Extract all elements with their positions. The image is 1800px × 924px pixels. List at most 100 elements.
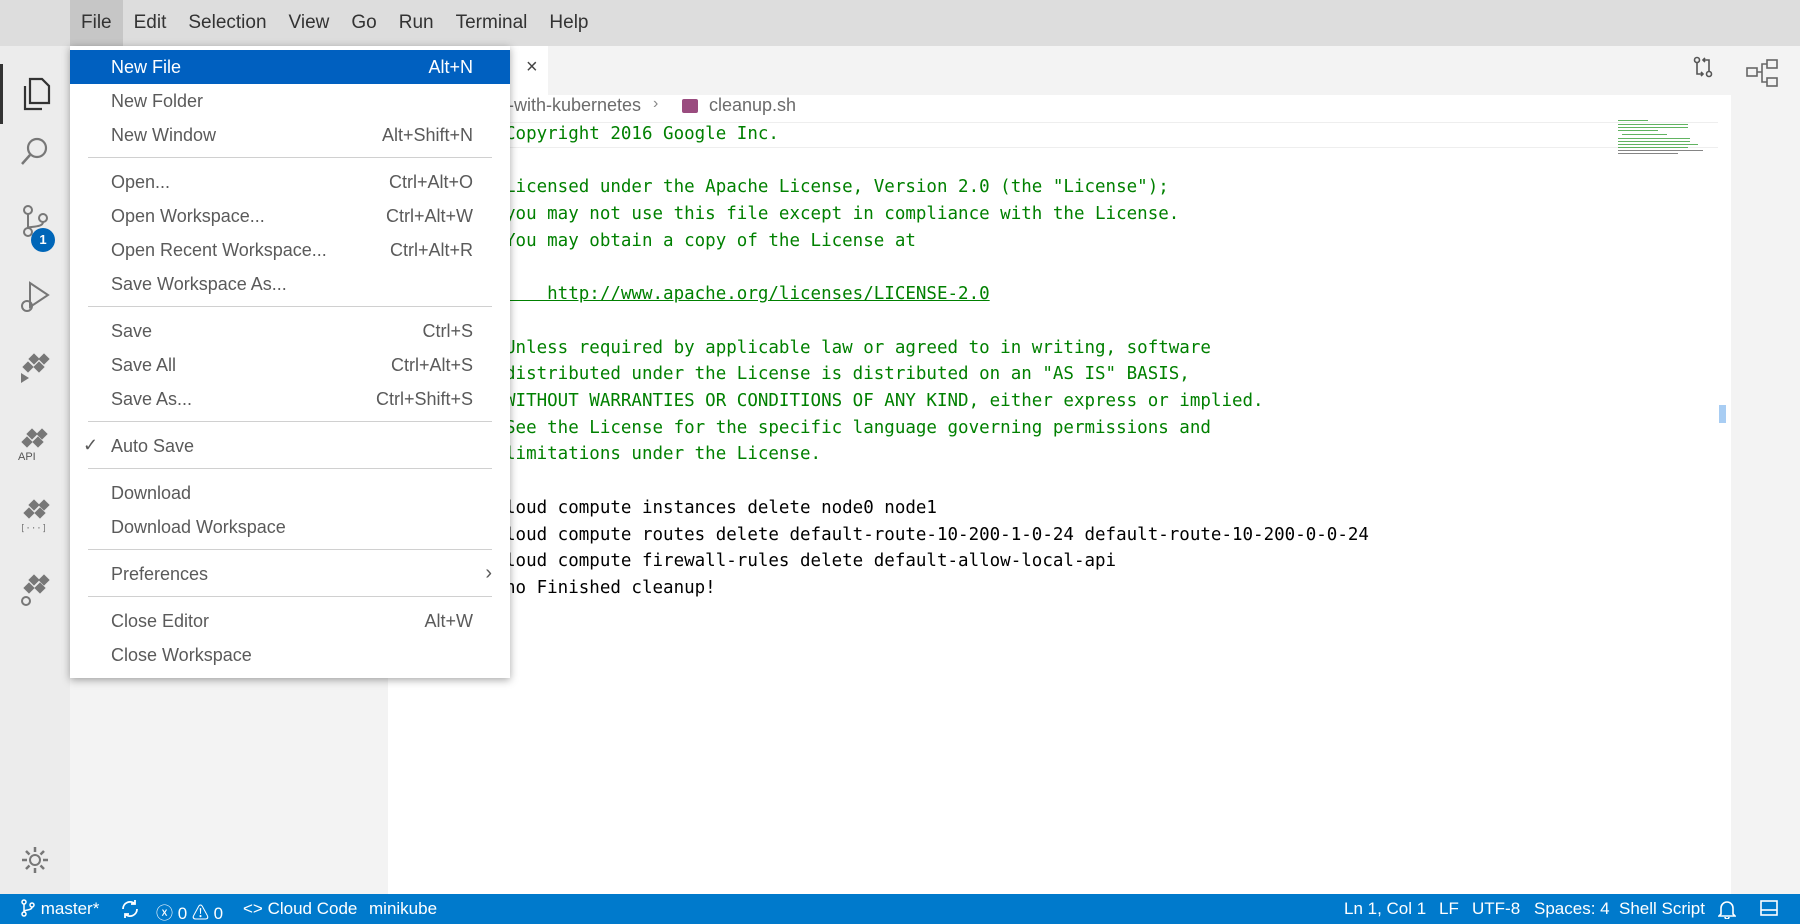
menu-item-label: Open...	[111, 172, 171, 192]
menu-item-new-window[interactable]: New Window Alt+Shift+N	[70, 118, 510, 152]
code-line: loud compute instances delete node0 node…	[505, 497, 937, 518]
breadcrumb-file[interactable]: cleanup.sh	[709, 95, 796, 116]
menu-item-label: New Window	[111, 125, 217, 145]
error-count: 0	[177, 904, 188, 923]
toggle-panel-icon[interactable]	[1760, 899, 1778, 919]
branch-item[interactable]: master*	[20, 899, 99, 919]
menu-item-shortcut: Ctrl+Alt+O	[388, 172, 473, 192]
cloud-code-icon[interactable]	[0, 340, 70, 400]
code-line: loud compute firewall-rules delete defau…	[505, 551, 1117, 572]
menu-item-label: Open Recent Workspace...	[111, 240, 327, 260]
branch-name: master*	[40, 899, 100, 918]
menu-item-shortcut: Ctrl+Alt+R	[389, 240, 473, 260]
settings-gear-icon[interactable]	[0, 830, 70, 890]
menu-terminal[interactable]: Terminal	[445, 0, 539, 46]
breadcrumb: -with-kubernetes › cleanup.sh	[388, 95, 1731, 123]
notifications-bell-icon[interactable]	[1717, 899, 1737, 920]
warning-icon: ⚠	[191, 904, 209, 923]
menu-separator	[88, 157, 492, 158]
search-icon[interactable]	[0, 121, 70, 181]
menu-item-auto-save[interactable]: ✓ Auto Save	[70, 429, 510, 463]
kubernetes-icon[interactable]: [···]	[0, 486, 70, 546]
menu-item-save-workspace-as[interactable]: Save Workspace As...	[70, 267, 510, 301]
breadcrumb-separator: ›	[653, 95, 659, 112]
menu-item-label: Save	[111, 321, 153, 341]
menu-selection[interactable]: Selection	[177, 0, 277, 46]
cloud-code-status[interactable]: <> Cloud Code	[243, 899, 357, 919]
open-changes-icon[interactable]	[1692, 56, 1714, 83]
menu-item-shortcut: Ctrl+Shift+S	[375, 389, 473, 409]
scrollbar-marker[interactable]	[1719, 405, 1726, 423]
cursor-position[interactable]: Ln 1, Col 1	[1344, 899, 1426, 919]
menu-item-open-recent-workspace[interactable]: Open Recent Workspace... Ctrl+Alt+R	[70, 233, 510, 267]
secondary-panel	[1731, 46, 1800, 894]
check-icon: ✓	[83, 435, 99, 455]
menu-item-label: Download Workspace	[111, 517, 286, 537]
menu-bar: File Edit Selection View Go Run Terminal…	[0, 0, 1800, 46]
eol-sequence[interactable]: LF	[1439, 899, 1459, 919]
code-line: See the License for the specific languag…	[505, 417, 1211, 438]
problems-item[interactable]: ⓧ 0 ⚠ 0	[156, 899, 223, 924]
menu-separator	[88, 421, 492, 422]
menu-item-new-file[interactable]: New File Alt+N	[70, 50, 510, 84]
cloud-structure-icon[interactable]	[1745, 58, 1779, 95]
scm-badge: 1	[31, 228, 55, 252]
run-debug-icon[interactable]	[0, 266, 70, 326]
menu-item-close-workspace[interactable]: Close Workspace	[70, 638, 510, 672]
menu-item-label: Preferences	[111, 564, 209, 584]
menu-file[interactable]: File	[70, 0, 123, 46]
menu-item-label: Download	[111, 483, 192, 503]
menu-edit[interactable]: Edit	[123, 0, 178, 46]
indentation[interactable]: Spaces: 4	[1534, 899, 1610, 919]
menu-separator	[88, 596, 492, 597]
menu-item-shortcut: Ctrl+S	[422, 321, 473, 341]
menu-item-label: New Folder	[111, 91, 204, 111]
kube-context[interactable]: minikube	[369, 899, 437, 919]
menu-item-new-folder[interactable]: New Folder	[70, 84, 510, 118]
menu-item-download-workspace[interactable]: Download Workspace	[70, 510, 510, 544]
cloud-code-label: Cloud Code	[267, 899, 358, 918]
minimap[interactable]	[1614, 118, 1704, 158]
menu-help[interactable]: Help	[538, 0, 599, 46]
shell-file-icon	[682, 99, 698, 113]
menu-item-save-all[interactable]: Save All Ctrl+Alt+S	[70, 348, 510, 382]
menu-run[interactable]: Run	[388, 0, 445, 46]
language-mode[interactable]: Shell Script	[1619, 899, 1705, 919]
license-link[interactable]: http://www.apache.org/licenses/LICENSE-2…	[505, 284, 990, 304]
code-line: You may obtain a copy of the License at	[505, 230, 916, 251]
files-icon[interactable]	[0, 64, 70, 124]
code-line: Copyright 2016 Google Inc.	[505, 124, 779, 144]
menu-item-shortcut: Alt+N	[428, 57, 473, 77]
menu-item-save-as[interactable]: Save As... Ctrl+Shift+S	[70, 382, 510, 416]
error-icon: ⓧ	[156, 904, 173, 923]
menu-separator	[88, 306, 492, 307]
activity-bar: 1 API [···]	[0, 46, 70, 894]
menu-item-close-editor[interactable]: Close Editor Alt+W	[70, 604, 510, 638]
cloud-settings-icon[interactable]	[0, 561, 70, 621]
menu-go[interactable]: Go	[340, 0, 387, 46]
menu-item-label: Close Editor	[111, 611, 210, 631]
menu-item-label: Save All	[111, 355, 177, 375]
menu-item-open[interactable]: Open... Ctrl+Alt+O	[70, 165, 510, 199]
sync-icon[interactable]	[120, 899, 140, 920]
menu-item-label: Auto Save	[111, 436, 195, 456]
menu-item-preferences[interactable]: Preferences ›	[70, 557, 510, 591]
menu-item-shortcut: Ctrl+Alt+S	[390, 355, 473, 375]
file-encoding[interactable]: UTF-8	[1472, 899, 1520, 919]
menu-separator	[88, 468, 492, 469]
warning-count: 0	[213, 904, 224, 923]
menu-item-download[interactable]: Download	[70, 476, 510, 510]
git-branch-icon	[21, 899, 35, 917]
code-line: Licensed under the Apache License, Versi…	[505, 177, 1169, 198]
code-line: distributed under the License is distrib…	[505, 364, 1190, 385]
breadcrumb-folder[interactable]: -with-kubernetes	[508, 95, 641, 116]
tab-close-icon[interactable]: ×	[526, 56, 538, 79]
menu-item-save[interactable]: Save Ctrl+S	[70, 314, 510, 348]
menu-separator	[88, 549, 492, 550]
chevron-right-icon: ›	[485, 562, 492, 584]
menu-item-label: Close Workspace	[111, 645, 252, 665]
tab-bar	[388, 46, 1731, 95]
menu-view[interactable]: View	[278, 0, 341, 46]
code-line: WITHOUT WARRANTIES OR CONDITIONS OF ANY …	[505, 391, 1264, 411]
menu-item-open-workspace[interactable]: Open Workspace... Ctrl+Alt+W	[70, 199, 510, 233]
